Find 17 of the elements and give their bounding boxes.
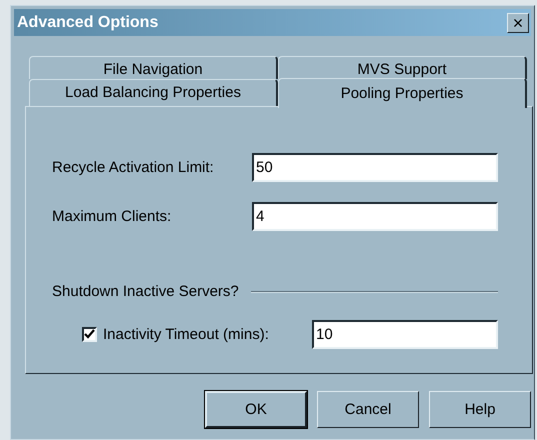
checkbox-label: Inactivity Timeout (mins): (103, 326, 269, 343)
checkbox[interactable] (82, 327, 97, 342)
field-label: Recycle Activation Limit: (52, 159, 214, 176)
tab[interactable]: MVS Support (278, 56, 527, 79)
dialog-button[interactable]: OK (205, 391, 307, 428)
dialog-button[interactable]: Help (429, 391, 531, 428)
dialog-button[interactable]: Cancel (317, 391, 419, 428)
close-button[interactable]: × (507, 12, 529, 32)
input-field[interactable]: 4 (252, 202, 498, 231)
input-field[interactable]: 10 (312, 320, 498, 349)
tab[interactable]: Load Balancing Properties (29, 79, 278, 106)
input-field[interactable]: 50 (252, 153, 498, 182)
tab[interactable]: File Navigation (29, 56, 278, 79)
group-title: Shutdown Inactive Servers? (52, 283, 239, 300)
window-title: Advanced Options (17, 14, 158, 32)
field-label: Maximum Clients: (52, 208, 172, 225)
tab[interactable]: Pooling Properties (278, 78, 527, 108)
